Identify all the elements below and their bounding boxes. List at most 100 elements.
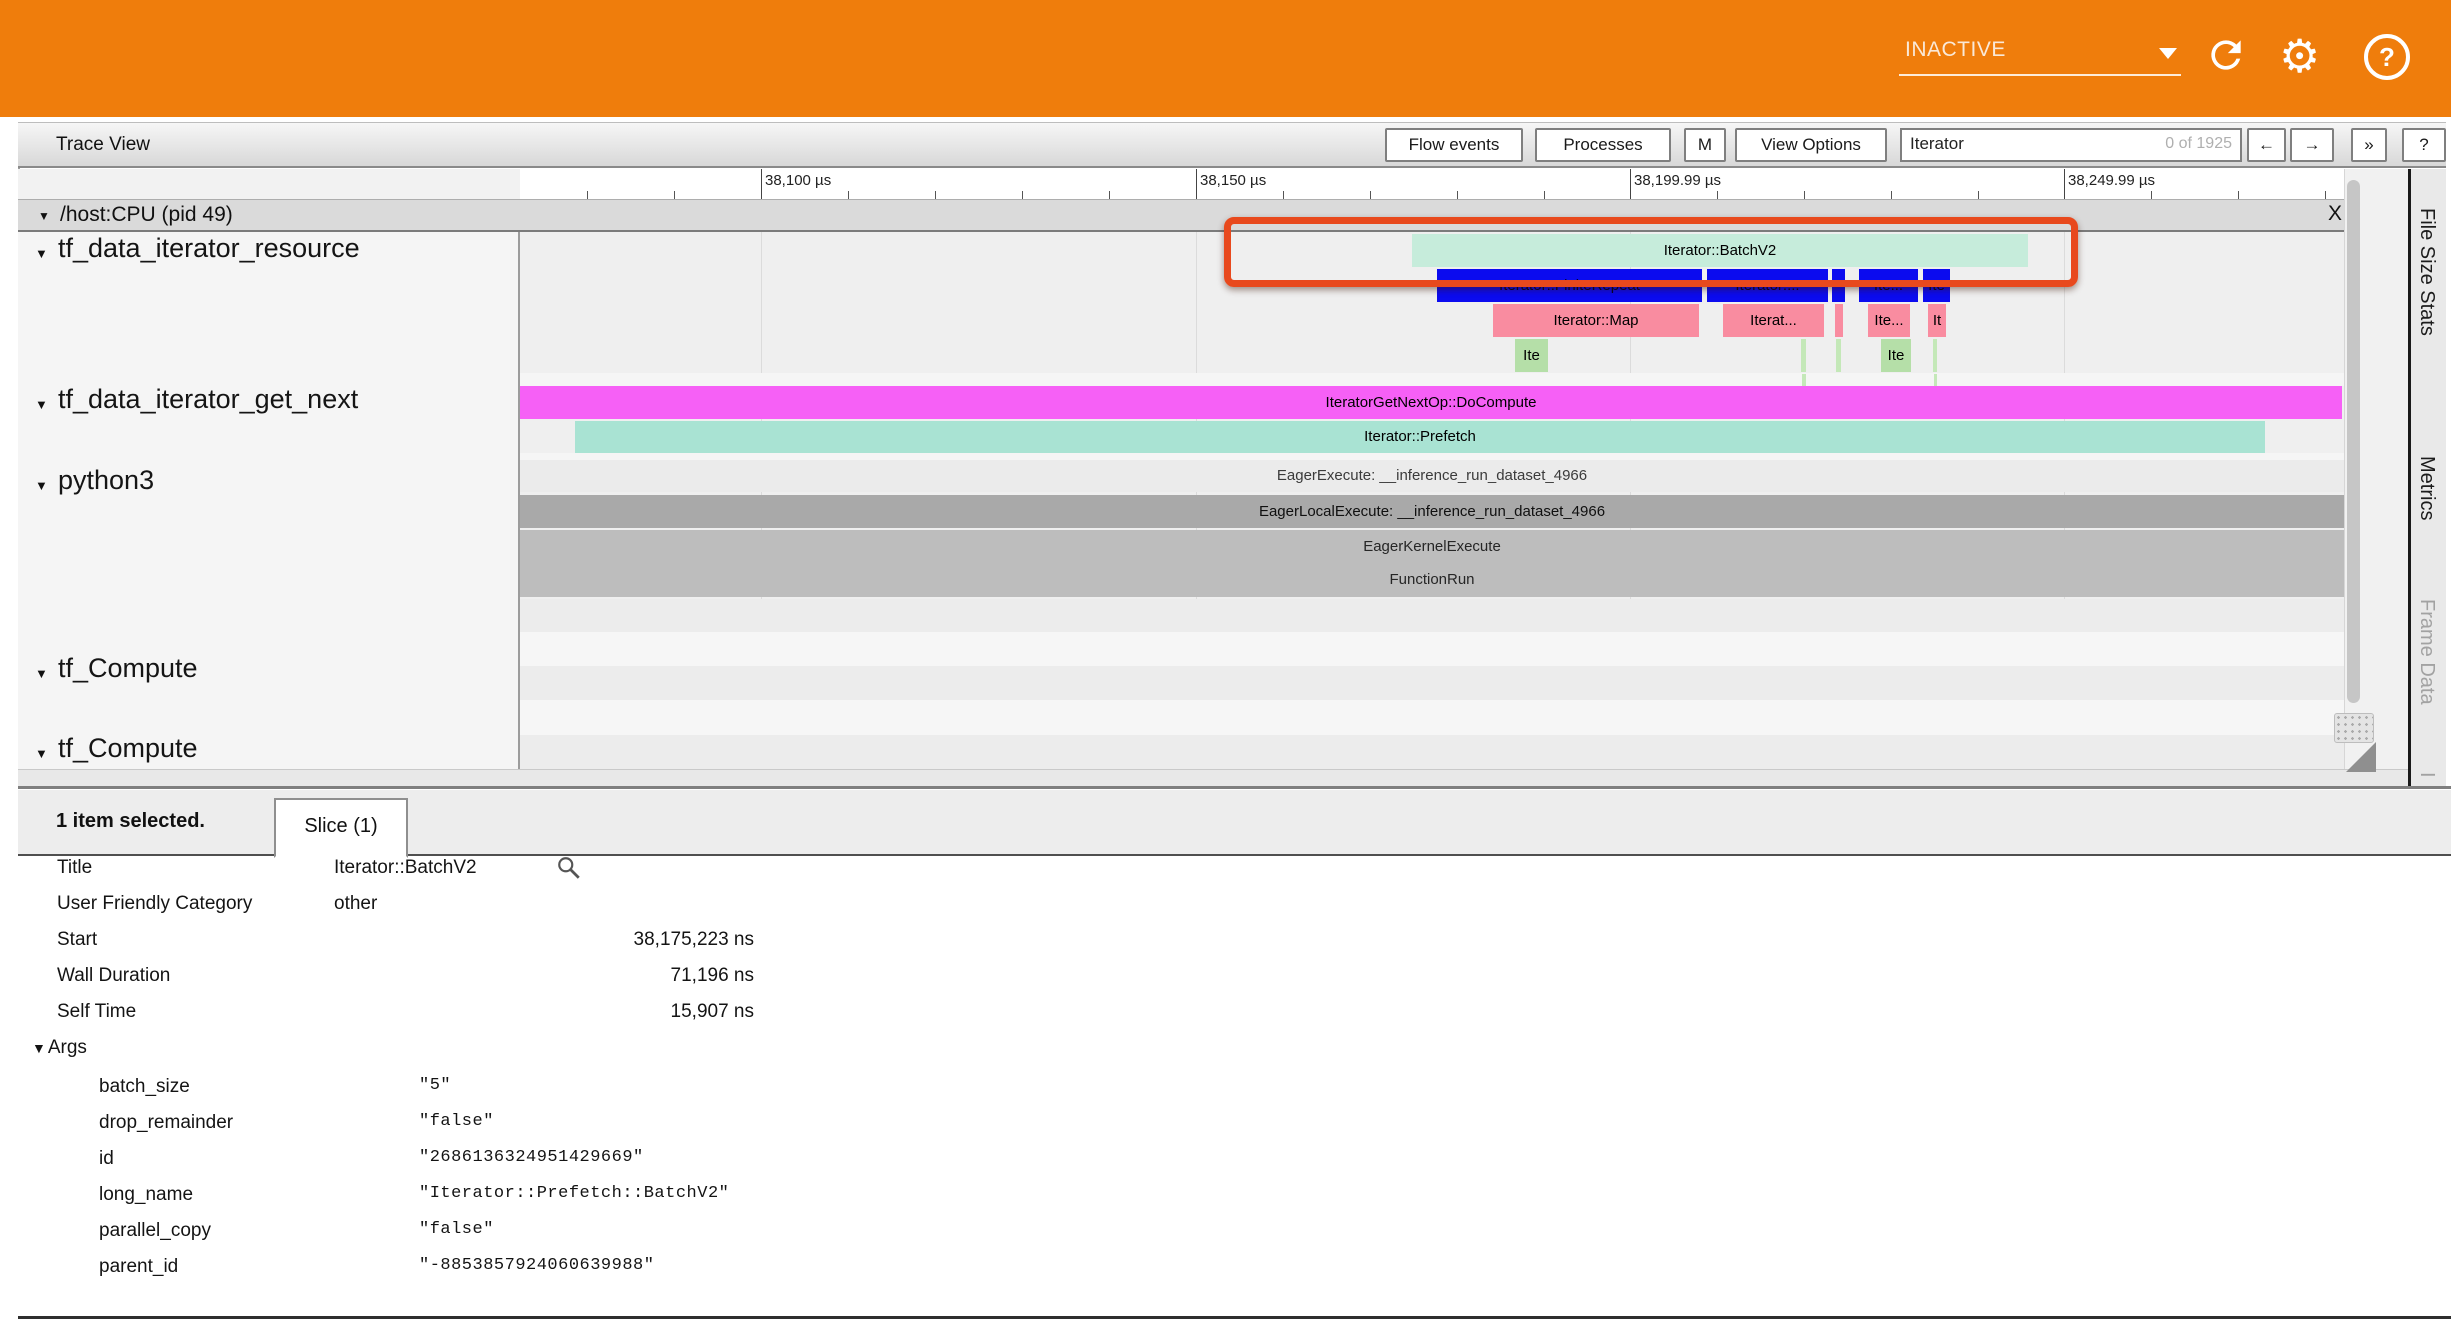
ruler-minor-tick <box>1022 191 1023 199</box>
trace-slice[interactable]: EagerLocalExecute: __inference_run_datas… <box>520 495 2344 528</box>
collapse-triangle-icon[interactable]: ▼ <box>35 478 48 493</box>
track-row-label[interactable]: ▼tf_data_iterator_resource <box>18 233 518 271</box>
refresh-icon[interactable] <box>2204 33 2248 77</box>
args-collapse-icon[interactable]: ▼ <box>32 1040 46 1056</box>
side-tab-file-size-stats[interactable]: File Size Stats <box>2415 208 2438 336</box>
find-previous-button[interactable]: ← <box>2247 128 2286 162</box>
timeline-vertical-scrollbar[interactable] <box>2344 169 2408 786</box>
view-options-button[interactable]: View Options <box>1735 128 1887 162</box>
detail-value: 71,196 ns <box>334 965 754 987</box>
trace-slice[interactable]: IteratorGetNextOp::DoCompute <box>520 386 2342 419</box>
timeline-row-band <box>520 453 2344 460</box>
arg-label: id <box>99 1148 114 1170</box>
processes-button[interactable]: Processes <box>1535 128 1671 162</box>
track-row-label[interactable]: ▼tf_Compute <box>18 733 518 769</box>
chevron-down-icon <box>2159 48 2177 59</box>
collapse-triangle-icon[interactable]: ▼ <box>35 246 48 261</box>
ruler-major-tick <box>1630 169 1631 199</box>
detail-row: Title Iterator::BatchV2 <box>18 857 2451 887</box>
settings-gear-icon[interactable]: ⚙ <box>2279 26 2320 86</box>
collapse-triangle-icon[interactable]: ▼ <box>35 397 48 412</box>
arg-value: "2686136324951429669" <box>419 1148 1119 1167</box>
timeline-canvas[interactable]: Iterator::BatchV2Iterator::FiniteRepeatI… <box>520 232 2344 769</box>
arg-value: "Iterator::Prefetch::BatchV2" <box>419 1184 1119 1203</box>
ruler-minor-tick <box>1978 191 1979 199</box>
trace-slice[interactable]: It <box>1928 304 1946 337</box>
selection-summary: 1 item selected. <box>56 810 205 833</box>
detail-label: Self Time <box>57 1001 136 1023</box>
side-tab-metrics[interactable]: Metrics <box>2415 456 2438 520</box>
trace-slice[interactable]: Iterator::Prefetch <box>575 421 2265 453</box>
arg-value: "-8853857924060639988" <box>419 1256 1119 1275</box>
timeline-row-band <box>520 666 2344 700</box>
flow-events-button[interactable]: Flow events <box>1385 128 1523 162</box>
detail-label: Title <box>57 857 92 879</box>
trace-slice[interactable]: EagerExecute: __inference_run_dataset_49… <box>520 460 2344 492</box>
more-options-button[interactable]: » <box>2351 128 2387 162</box>
capture-mode-select[interactable]: INACTIVE <box>1899 30 2181 76</box>
trace-slice[interactable] <box>1836 339 1841 372</box>
timeline-row-band <box>520 700 2344 735</box>
app-header-bar: INACTIVE ⚙ ? <box>0 0 2451 117</box>
collapse-triangle-icon[interactable]: ▼ <box>35 666 48 681</box>
find-next-button[interactable]: → <box>2290 128 2334 162</box>
trace-slice[interactable] <box>1933 339 1937 372</box>
track-row-label[interactable]: ▼ tf_Compute <box>18 653 518 691</box>
detail-label: Start <box>57 929 97 951</box>
ruler-minor-tick <box>2151 191 2152 199</box>
ruler-tick-label: 38,100 µs <box>765 172 831 189</box>
trace-slice[interactable]: Iterat... <box>1723 304 1824 337</box>
timeline-row-band <box>520 735 2344 769</box>
process-label: /host:CPU (pid 49) <box>60 203 233 227</box>
help-icon[interactable]: ? <box>2364 34 2410 80</box>
track-name: tf_Compute <box>58 653 198 684</box>
collapse-triangle-icon[interactable]: ▼ <box>35 746 48 761</box>
arg-label: batch_size <box>99 1076 190 1098</box>
side-tab-frame-data[interactable]: Frame Data <box>2415 599 2438 705</box>
trace-slice[interactable]: Ite <box>1515 339 1548 372</box>
detail-value: 15,907 ns <box>334 1001 754 1023</box>
ruler-minor-tick <box>1717 191 1718 199</box>
magnifier-icon[interactable] <box>556 855 582 881</box>
find-control[interactable]: Iterator 0 of 1925 <box>1900 128 2242 162</box>
trace-slice[interactable]: Ite... <box>1868 304 1910 337</box>
metadata-button[interactable]: M <box>1684 128 1726 162</box>
track-label-column: ▼tf_data_iterator_resource ▼tf_data_itera… <box>18 232 520 769</box>
resize-triangle-icon[interactable] <box>2346 742 2376 772</box>
args-section-header[interactable]: ▼Args <box>32 1037 87 1067</box>
detail-value: Iterator::BatchV2 <box>334 857 754 879</box>
resize-grip[interactable] <box>2334 713 2374 743</box>
track-row-label[interactable]: ▼tf_data_iterator_get_next <box>18 384 518 422</box>
ruler-minor-tick <box>1804 191 1805 199</box>
search-input[interactable]: Iterator <box>1910 134 1964 154</box>
track-row-label[interactable]: ▼python3 <box>18 465 518 503</box>
details-bottom-border <box>18 1316 2451 1319</box>
ruler-minor-tick <box>848 191 849 199</box>
trace-slice[interactable]: Ite <box>1881 339 1911 372</box>
tool-tab-strip: File Size Stats Metrics Frame Data I <box>2408 169 2446 786</box>
trace-slice[interactable] <box>1835 304 1843 337</box>
detail-row: Wall Duration71,196 ns <box>18 965 2451 995</box>
horizontal-scroll-strip[interactable] <box>18 769 2408 786</box>
ruler-major-tick <box>2064 169 2065 199</box>
collapse-triangle-icon[interactable]: ▼ <box>38 209 50 223</box>
ruler-major-tick <box>1196 169 1197 199</box>
trace-slice[interactable] <box>1801 339 1806 372</box>
ruler-tick-label: 38,150 µs <box>1200 172 1266 189</box>
arg-label: parallel_copy <box>99 1220 211 1242</box>
ruler-tick-label: 38,199.99 µs <box>1634 172 1721 189</box>
ruler-minor-tick <box>2325 191 2326 199</box>
scrollbar-thumb[interactable] <box>2347 180 2360 703</box>
trace-slice[interactable]: EagerKernelExecute <box>520 530 2344 563</box>
arg-row: batch_size"5" <box>18 1076 2451 1106</box>
trace-view-title: Trace View <box>56 134 150 156</box>
trace-slice[interactable]: Iterator::Map <box>1493 304 1699 337</box>
side-tab-i[interactable]: I <box>2415 772 2438 778</box>
ruler-minor-tick <box>1891 191 1892 199</box>
trace-slice[interactable]: FunctionRun <box>520 563 2344 597</box>
detail-value: other <box>334 893 754 915</box>
tab-slice[interactable]: Slice (1) <box>274 798 408 858</box>
arg-label: parent_id <box>99 1256 178 1278</box>
shortcuts-help-button[interactable]: ? <box>2402 128 2446 162</box>
arg-label: drop_remainder <box>99 1112 233 1134</box>
